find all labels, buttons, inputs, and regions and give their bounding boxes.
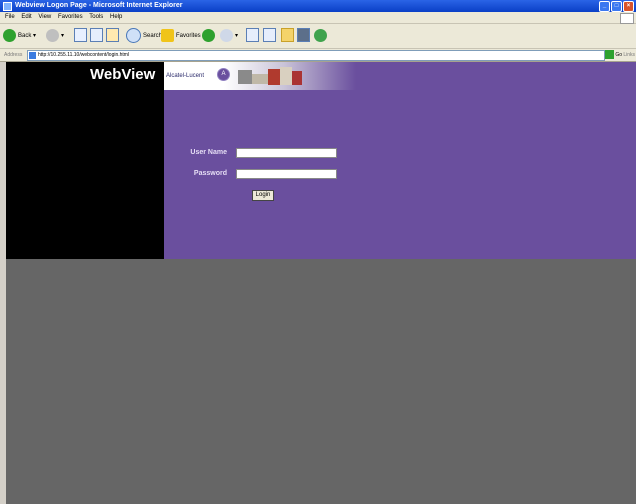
login-button[interactable]: Login: [252, 190, 274, 201]
close-button[interactable]: ×: [623, 1, 634, 12]
favorites-button[interactable]: Favorites: [161, 28, 201, 44]
menu-file[interactable]: File: [5, 14, 15, 20]
folder-icon: [281, 28, 294, 43]
minimize-button[interactable]: _: [599, 1, 610, 12]
go-arrow-icon: [605, 50, 615, 60]
folder-button[interactable]: [281, 28, 294, 44]
password-label: Password: [193, 170, 227, 177]
messenger-button[interactable]: [297, 28, 310, 44]
menu-favorites[interactable]: Favorites: [58, 14, 83, 20]
search-label: Search: [143, 33, 163, 40]
menu-edit[interactable]: Edit: [21, 14, 31, 20]
links-button[interactable]: Links: [623, 49, 635, 61]
messenger-icon: [297, 28, 310, 43]
product-collage-image: [236, 65, 306, 87]
home-icon: [106, 28, 119, 43]
maximize-button[interactable]: □: [611, 1, 622, 12]
star-icon: [161, 28, 174, 42]
search-icon: [126, 28, 141, 43]
left-panel: [6, 62, 164, 259]
browser-toolbar: Back ▾ ▾ Search Favorites ▾: [0, 24, 636, 49]
password-input[interactable]: [236, 169, 337, 179]
login-panel: [164, 62, 636, 259]
edit-icon: [263, 28, 276, 43]
back-arrow-icon: [3, 28, 16, 42]
forward-arrow-icon: [46, 28, 59, 42]
research-icon: [314, 28, 327, 42]
history-button[interactable]: [202, 28, 217, 44]
edit-button[interactable]: [263, 28, 276, 44]
menu-view[interactable]: View: [38, 14, 51, 20]
menu-tools[interactable]: Tools: [89, 14, 103, 20]
favorites-label: Favorites: [176, 33, 201, 39]
alcatel-lucent-logo-icon: A: [217, 68, 230, 81]
window-title: Webview Logon Page - Microsoft Internet …: [15, 2, 183, 9]
stop-button[interactable]: [74, 28, 87, 44]
brand-name: Alcatel-Lucent: [166, 73, 205, 79]
home-button[interactable]: [106, 28, 119, 44]
username-input[interactable]: [236, 148, 337, 158]
print-button[interactable]: [246, 28, 259, 44]
refresh-button[interactable]: [90, 28, 103, 44]
menu-help[interactable]: Help: [110, 14, 122, 20]
mail-button[interactable]: ▾: [220, 28, 238, 44]
stop-icon: [74, 28, 87, 43]
windows-logo-icon: [620, 13, 634, 24]
webview-logo: WebView: [90, 66, 156, 83]
address-label: Address: [4, 52, 23, 58]
history-icon: [202, 28, 215, 42]
go-label: Go: [615, 52, 622, 58]
ie-icon: [3, 2, 12, 11]
address-input[interactable]: http://10.255.11.10/webcontent/login.htm…: [27, 50, 605, 61]
back-button[interactable]: Back ▾: [3, 28, 36, 44]
search-button[interactable]: Search: [126, 28, 162, 44]
print-icon: [246, 28, 259, 43]
username-label: User Name: [190, 149, 227, 156]
address-url: http://10.255.11.10/webcontent/login.htm…: [38, 52, 130, 58]
window-titlebar: Webview Logon Page - Microsoft Internet …: [0, 0, 636, 12]
mail-icon: [220, 28, 233, 42]
go-button[interactable]: Go: [605, 50, 622, 60]
page-icon: [29, 52, 36, 59]
forward-button[interactable]: ▾: [46, 28, 64, 44]
back-label: Back: [18, 33, 32, 39]
refresh-icon: [90, 28, 103, 43]
menu-bar: File Edit View Favorites Tools Help: [0, 12, 636, 24]
address-bar: Address http://10.255.11.10/webcontent/l…: [0, 49, 636, 62]
research-button[interactable]: [314, 28, 329, 44]
